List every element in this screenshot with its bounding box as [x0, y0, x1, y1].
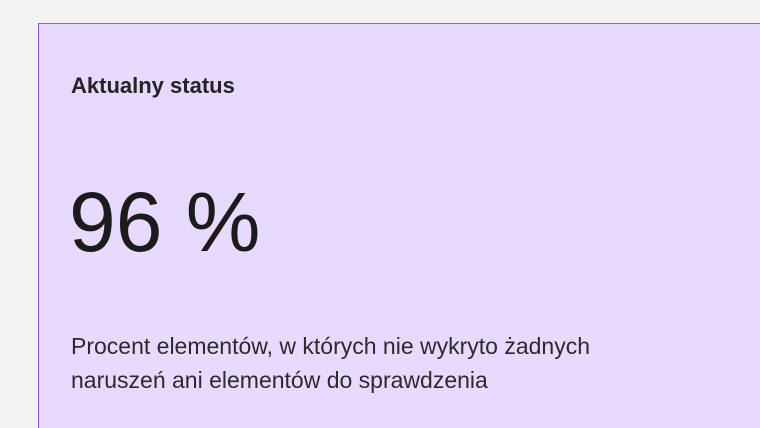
status-percentage: 96 %: [69, 175, 261, 269]
status-title: Aktualny status: [71, 73, 235, 98]
status-description-line-2: naruszeń ani elementów do sprawdzenia: [71, 367, 488, 393]
status-card: Aktualny status 96 % Procent elementów, …: [38, 23, 760, 428]
status-description-line-1: Procent elementów, w których nie wykryto…: [71, 333, 591, 359]
status-description: Procent elementów, w których nie wykryto…: [71, 329, 751, 397]
